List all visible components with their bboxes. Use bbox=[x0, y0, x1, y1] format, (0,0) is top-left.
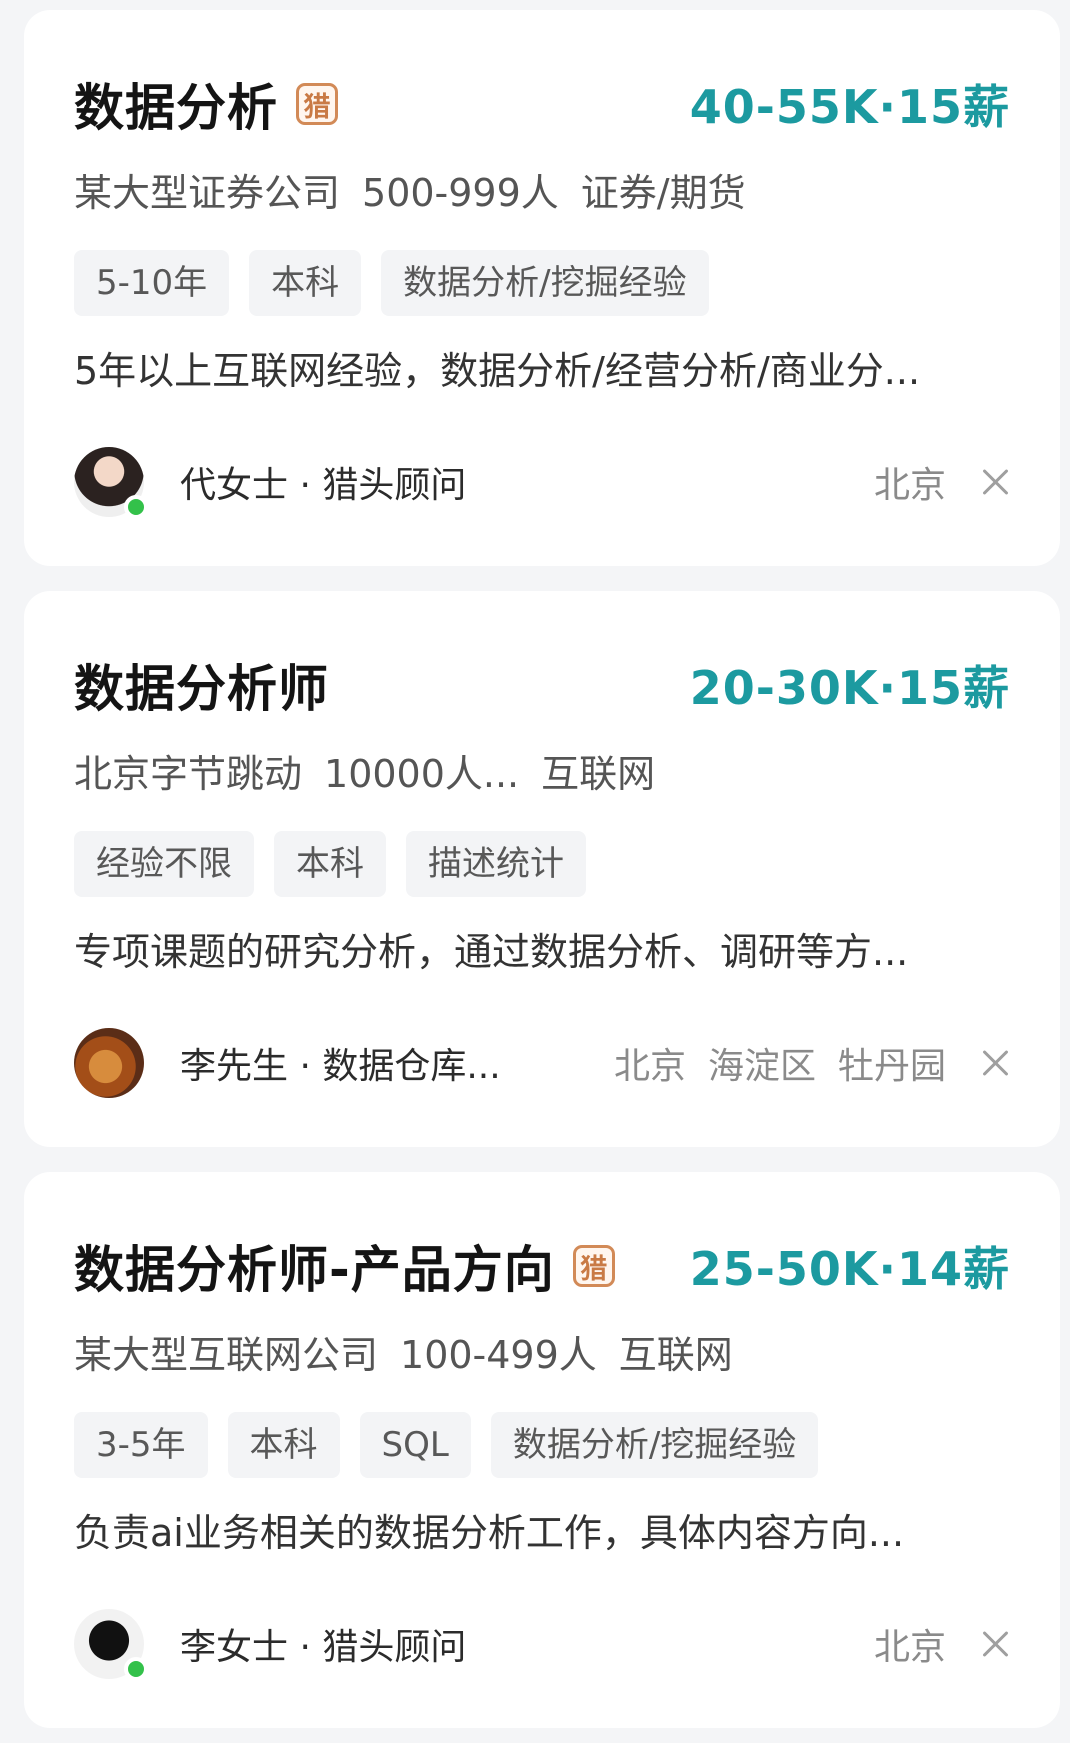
job-tag: 本科 bbox=[227, 1412, 340, 1478]
job-tag: 数据分析/挖掘经验 bbox=[490, 1412, 819, 1478]
location-city: 北京 bbox=[613, 1046, 686, 1087]
close-icon[interactable] bbox=[980, 1048, 1010, 1078]
job-tag: 经验不限 bbox=[74, 831, 254, 897]
job-title-group: 数据分析师-产品方向 猎 bbox=[74, 1230, 615, 1302]
job-title-group: 数据分析师 bbox=[74, 649, 329, 721]
company-size: 100-499人 bbox=[400, 1333, 597, 1377]
job-tags: 5-10年 本科 数据分析/挖掘经验 bbox=[74, 250, 1010, 316]
job-tag: SQL bbox=[359, 1412, 471, 1478]
location-area: 牡丹园 bbox=[837, 1046, 946, 1087]
hunter-badge: 猎 bbox=[572, 1245, 615, 1287]
job-title: 数据分析师 bbox=[74, 660, 329, 718]
job-card[interactable]: 数据分析师-产品方向 猎 25-50K·14薪 某大型互联网公司 100-499… bbox=[24, 1172, 1060, 1728]
job-tag: 5-10年 bbox=[74, 250, 230, 316]
job-tag: 数据分析/挖掘经验 bbox=[381, 250, 709, 316]
job-title-row: 数据分析师-产品方向 猎 25-50K·14薪 bbox=[74, 1226, 1010, 1306]
online-status-icon bbox=[124, 495, 148, 519]
job-title-row: 数据分析师 20-30K·15薪 bbox=[74, 645, 1010, 725]
recruiter-info: 李女士 · 猎头顾问 bbox=[180, 1627, 467, 1668]
close-icon[interactable] bbox=[980, 1629, 1010, 1659]
close-icon[interactable] bbox=[980, 467, 1010, 497]
company-name: 某大型互联网公司 bbox=[74, 1333, 379, 1377]
location-city: 北京 bbox=[873, 465, 946, 506]
recruiter-row: 李先生 · 数据仓库... 北京 海淀区 牡丹园 bbox=[74, 1023, 1010, 1103]
company-industry: 互联网 bbox=[541, 752, 656, 796]
job-location: 北京 bbox=[874, 456, 946, 508]
job-title-row: 数据分析 猎 40-55K·15薪 bbox=[74, 64, 1010, 144]
location-district: 海淀区 bbox=[707, 1046, 816, 1087]
job-tag: 描述统计 bbox=[406, 831, 586, 897]
job-card[interactable]: 数据分析 猎 40-55K·15薪 某大型证券公司 500-999人 证券/期货… bbox=[24, 10, 1060, 566]
job-card[interactable]: 数据分析师 20-30K·15薪 北京字节跳动 10000人... 互联网 经验… bbox=[24, 591, 1060, 1147]
job-description: 负责ai业务相关的数据分析工作，具体内容方向... bbox=[74, 1511, 905, 1555]
company-info: 某大型证券公司 500-999人 证券/期货 bbox=[74, 162, 1010, 217]
location-city: 北京 bbox=[873, 1627, 946, 1668]
company-info: 北京字节跳动 10000人... 互联网 bbox=[74, 743, 1010, 798]
job-title-group: 数据分析 猎 bbox=[74, 68, 338, 140]
recruiter-info: 代女士 · 猎头顾问 bbox=[180, 465, 467, 506]
job-tag: 3-5年 bbox=[74, 1412, 208, 1478]
recruiter-row: 代女士 · 猎头顾问 北京 bbox=[74, 442, 1010, 522]
company-industry: 互联网 bbox=[618, 1333, 733, 1377]
company-info: 某大型互联网公司 100-499人 互联网 bbox=[74, 1324, 1010, 1379]
job-title: 数据分析师-产品方向 bbox=[74, 1241, 555, 1299]
company-size: 10000人... bbox=[324, 752, 520, 796]
salary: 25-50K·14薪 bbox=[689, 1242, 1010, 1296]
job-tag: 本科 bbox=[249, 250, 362, 316]
company-industry: 证券/期货 bbox=[580, 171, 746, 215]
salary: 20-30K·15薪 bbox=[689, 661, 1010, 715]
job-tag: 本科 bbox=[274, 831, 386, 897]
avatar bbox=[74, 1028, 144, 1098]
avatar bbox=[74, 1609, 148, 1681]
salary: 40-55K·15薪 bbox=[689, 80, 1010, 134]
company-name: 某大型证券公司 bbox=[74, 171, 341, 215]
job-tags: 经验不限 本科 描述统计 bbox=[74, 831, 1010, 897]
job-description: 专项课题的研究分析，通过数据分析、调研等方... bbox=[74, 930, 909, 974]
job-location: 北京 海淀区 牡丹园 bbox=[614, 1037, 946, 1089]
recruiter-info: 李先生 · 数据仓库... bbox=[180, 1046, 501, 1087]
online-status-icon bbox=[124, 1657, 148, 1681]
job-location: 北京 bbox=[874, 1618, 946, 1670]
hunter-badge: 猎 bbox=[296, 83, 338, 125]
job-tags: 3-5年 本科 SQL 数据分析/挖掘经验 bbox=[74, 1412, 1010, 1478]
avatar bbox=[74, 447, 148, 519]
recruiter-row: 李女士 · 猎头顾问 北京 bbox=[74, 1604, 1010, 1684]
job-description: 5年以上互联网经验，数据分析/经营分析/商业分... bbox=[74, 349, 921, 393]
company-name: 北京字节跳动 bbox=[74, 752, 303, 796]
job-title: 数据分析 bbox=[74, 79, 278, 137]
company-size: 500-999人 bbox=[362, 171, 559, 215]
